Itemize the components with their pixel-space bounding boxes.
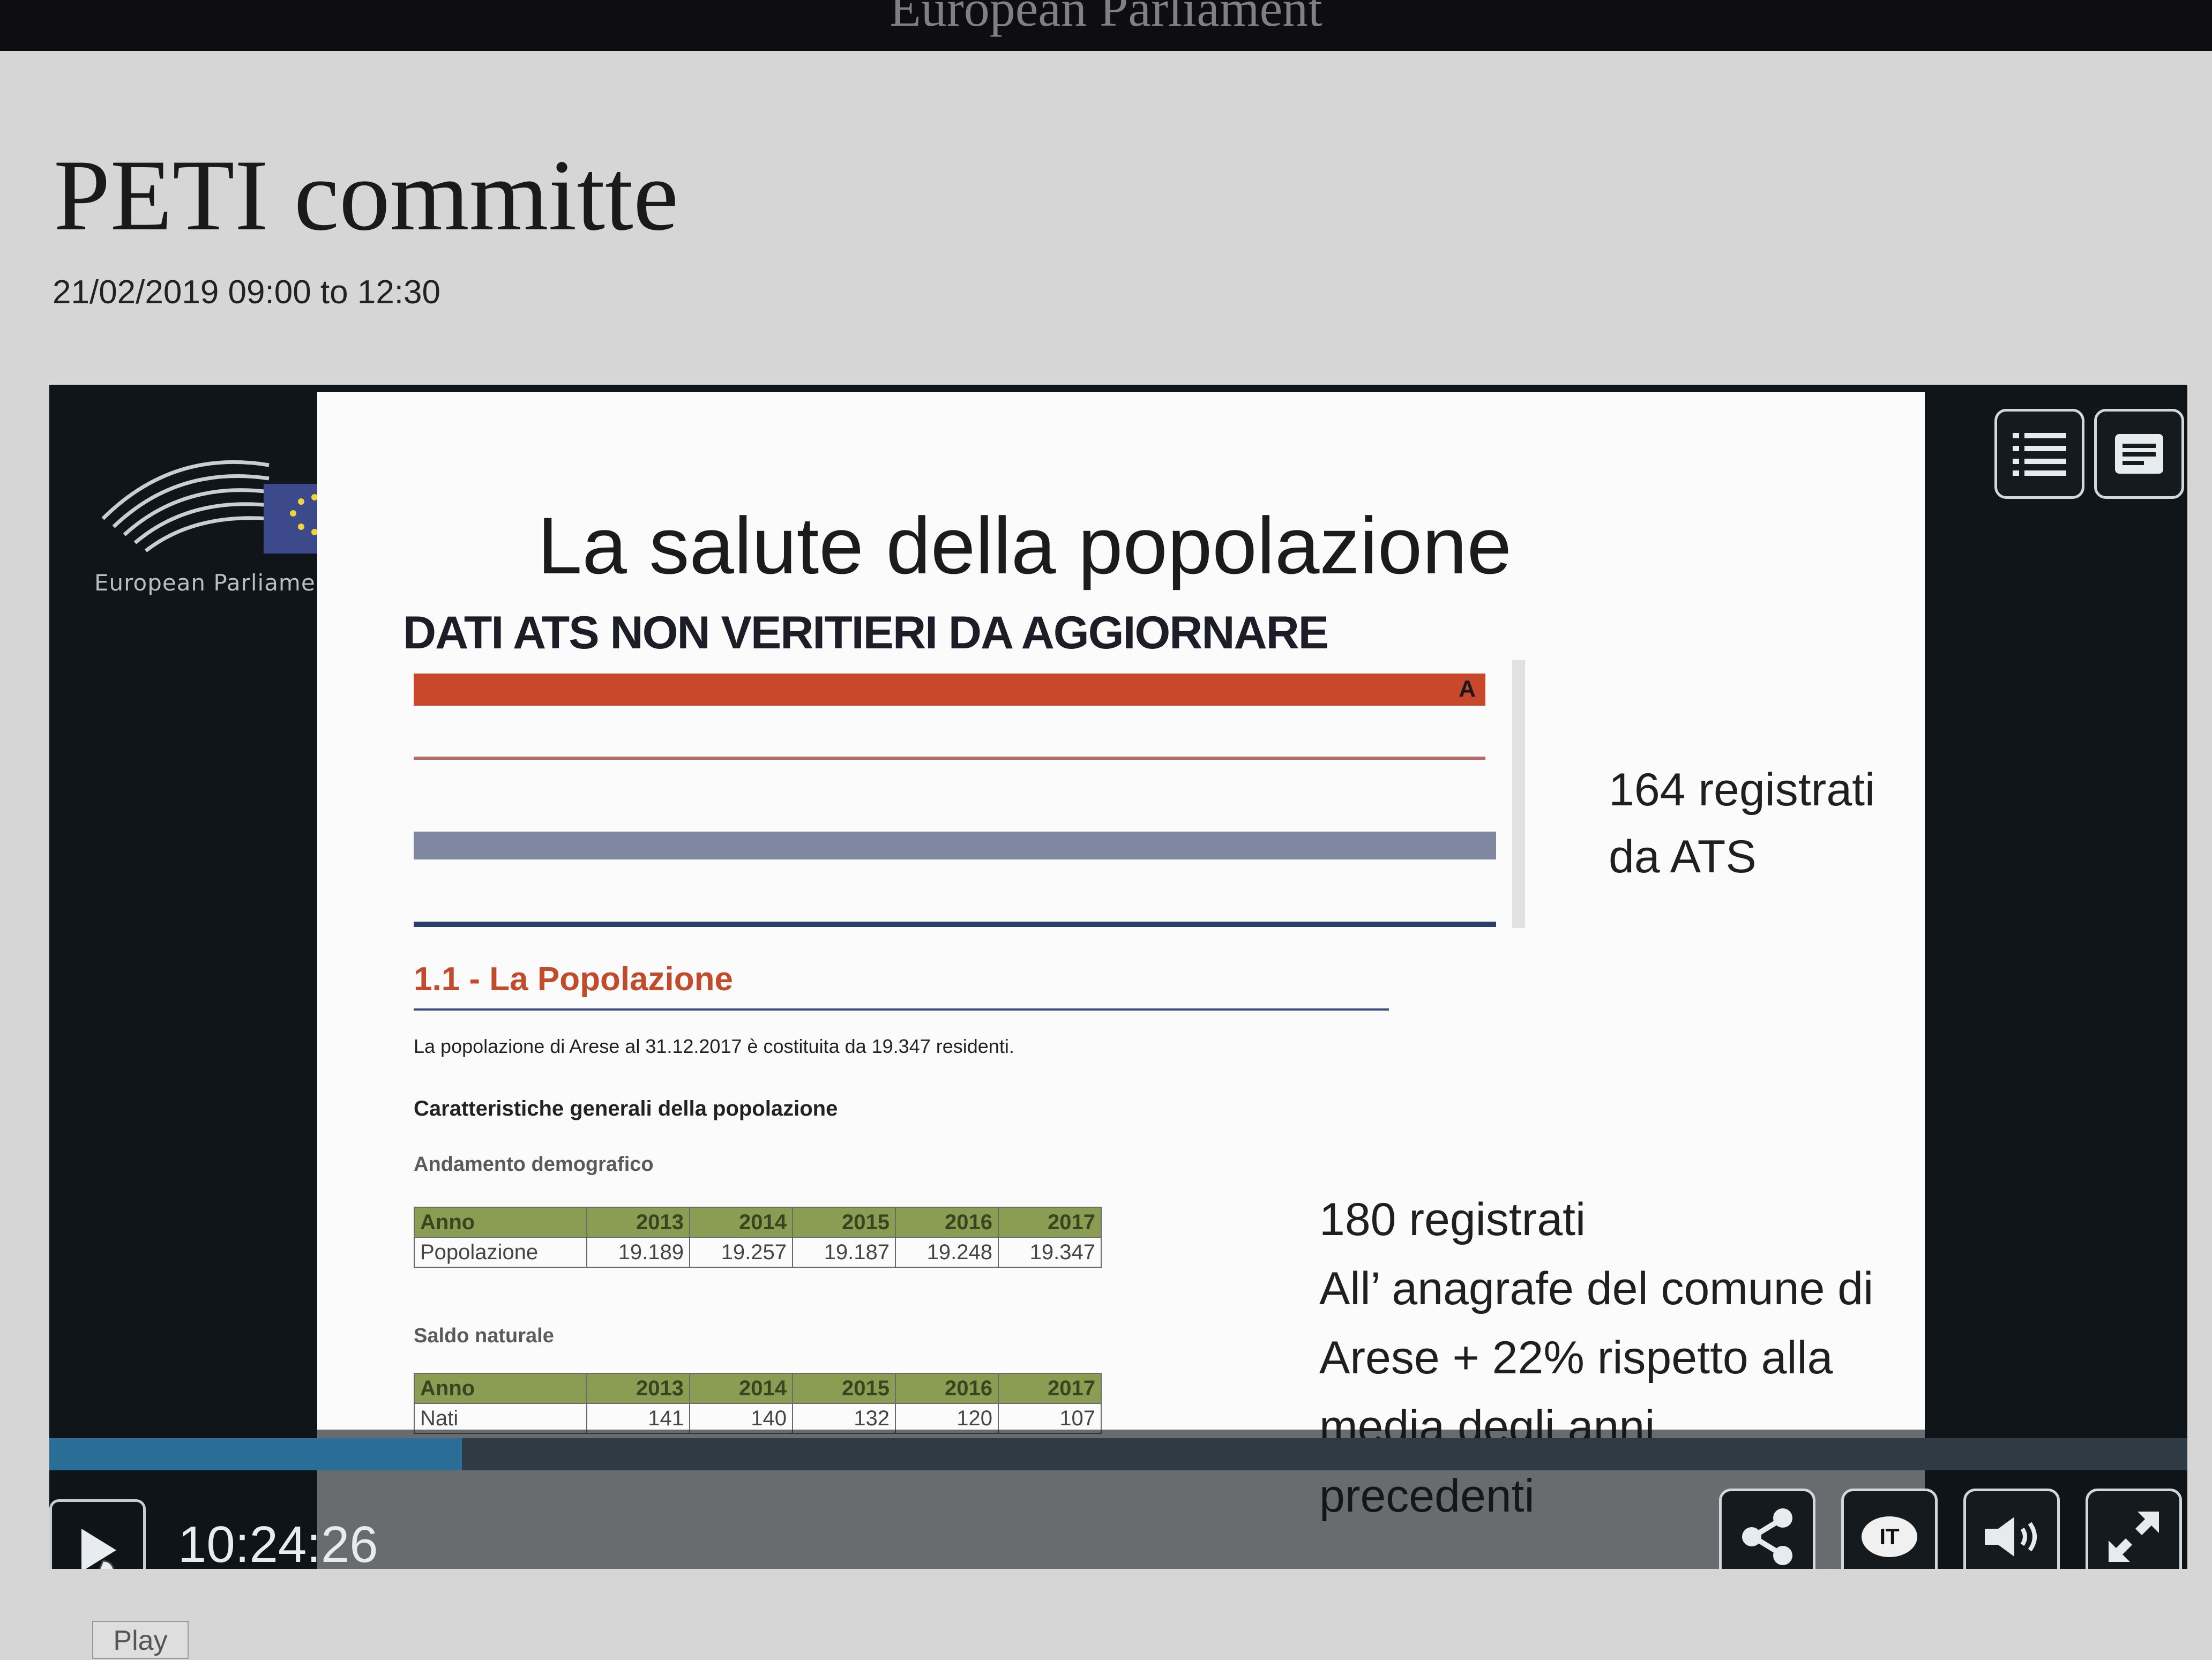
note-line: 164 registrati [1609,764,1875,816]
table-cell: 2013 [586,1373,690,1404]
population-table: Anno 2013 2014 2015 2016 2017 Popolazion… [414,1207,1102,1268]
table-cell: 141 [586,1403,690,1434]
table-cell: 19.257 [689,1237,793,1268]
section-rule [414,1008,1389,1011]
table-cell: 2017 [998,1373,1102,1404]
table-cell: 120 [895,1403,999,1434]
video-player[interactable]: European Parliament La salute della popo… [49,385,2187,1569]
table-header-row: Anno 2013 2014 2015 2016 2017 [414,1207,1102,1238]
table-cell: 132 [792,1403,896,1434]
table-cell: 2014 [689,1207,793,1238]
andamento-label: Andamento demografico [414,1153,654,1176]
table-cell: 140 [689,1403,793,1434]
slide-title: La salute della popolazione [537,500,1512,590]
list-icon [2013,433,2066,476]
page-title: PETI committe [54,139,679,252]
table-cell: 107 [998,1403,1102,1434]
table-cell: 2016 [895,1373,999,1404]
table-cell: 2013 [586,1207,690,1238]
table-cell: 2017 [998,1207,1102,1238]
current-time: 10:24:26 [178,1516,378,1569]
table-cell: Popolazione [414,1237,587,1268]
table-header-row: Anno 2013 2014 2015 2016 2017 [414,1373,1102,1404]
chapters-button[interactable] [1994,409,2084,499]
document-header-bar: A [414,674,1485,706]
section-heading: 1.1 - La Popolazione [414,961,733,998]
document-scrollbar [1512,660,1525,928]
table-cell: 19.187 [792,1237,896,1268]
share-icon [1742,1508,1792,1565]
slide-subtitle: DATI ATS NON VERITIERI DA AGGIORNARE [403,607,1329,659]
logo-caption: European Parliament [94,570,340,596]
saldo-label: Saldo naturale [414,1325,554,1347]
subtitles-icon [2115,434,2163,474]
table-cell: Anno [414,1373,587,1404]
table-row: Popolazione 19.189 19.257 19.187 19.248 … [414,1237,1102,1268]
table-cell: 19.248 [895,1237,999,1268]
general-heading: Caratteristiche generali della popolazio… [414,1097,838,1120]
volume-button[interactable] [1963,1489,2060,1569]
table-cell: 2015 [792,1207,896,1238]
site-title: European Parliament [890,0,1322,37]
note-ats: 164 registrati da ATS [1609,757,1875,890]
table-cell: Anno [414,1207,587,1238]
note-line: Arese + 22% rispetto alla [1319,1332,1833,1384]
share-button[interactable] [1719,1489,1815,1569]
table-cell: 19.189 [586,1237,690,1268]
play-tooltip: Play [92,1621,189,1659]
table-cell: Nati [414,1403,587,1434]
births-table: Anno 2013 2014 2015 2016 2017 Nati 141 1… [414,1373,1102,1434]
play-icon [81,1529,116,1569]
language-icon: IT [1862,1516,1917,1557]
language-button[interactable]: IT [1841,1489,1938,1569]
top-controls [1994,409,2184,499]
text-size-icon: A [1459,676,1476,702]
presentation-slide: La salute della popolazione DATI ATS NON… [317,392,1925,1569]
fullscreen-button[interactable] [2086,1489,2182,1569]
document-divider [414,922,1496,927]
table-cell: 2016 [895,1207,999,1238]
play-button[interactable] [49,1499,146,1569]
volume-icon [1985,1517,2037,1557]
table-cell: 2014 [689,1373,793,1404]
progress-fill [49,1438,462,1470]
subtitles-button[interactable] [2094,409,2184,499]
document-summary-bar [414,832,1496,859]
top-bar: European Parliament [0,0,2212,51]
note-line: All’ anagrafe del comune di [1319,1263,1874,1314]
bottom-controls: IT [1719,1489,2182,1569]
document-divider [414,757,1485,760]
table-cell: 19.347 [998,1237,1102,1268]
fullscreen-icon [2109,1512,2159,1562]
document-paragraph: La popolazione di Arese al 31.12.2017 è … [414,1035,1014,1057]
session-date-range: 21/02/2019 09:00 to 12:30 [53,274,440,311]
table-row: Nati 141 140 132 120 107 [414,1403,1102,1434]
table-cell: 2015 [792,1373,896,1404]
note-line: 180 registrati [1319,1194,1586,1245]
note-line: da ATS [1609,831,1757,883]
